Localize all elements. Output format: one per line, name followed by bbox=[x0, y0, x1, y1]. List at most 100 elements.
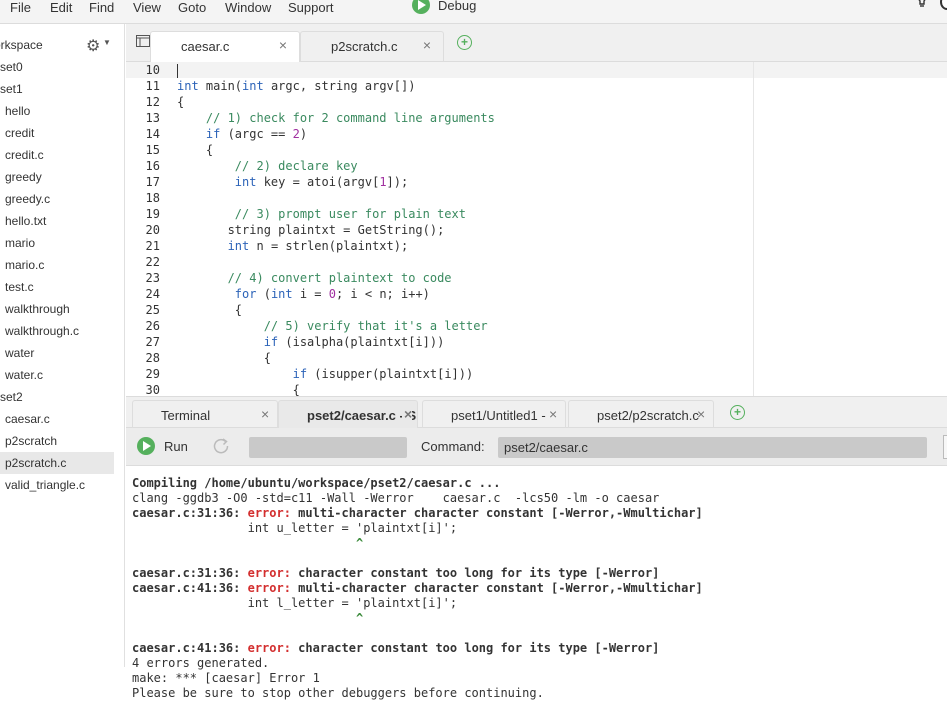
gear-icon[interactable]: ⚙ bbox=[86, 36, 100, 56]
menu-view[interactable]: View bbox=[133, 0, 161, 15]
code-line[interactable]: 22 bbox=[126, 254, 947, 270]
output-text: multi-character character constant [-Wer… bbox=[298, 506, 703, 520]
close-icon[interactable]: × bbox=[259, 406, 269, 422]
code-text: if (isupper(plaintxt[i])) bbox=[177, 366, 474, 382]
tab-p2scratch-c[interactable]: p2scratch.c × bbox=[300, 31, 444, 62]
close-icon[interactable]: × bbox=[695, 406, 705, 422]
tree-folder[interactable]: set1 bbox=[0, 78, 114, 100]
run-options-field[interactable] bbox=[249, 437, 407, 458]
tree-file[interactable]: valid_triangle.c bbox=[0, 474, 114, 496]
code-line[interactable]: 26 // 5) verify that it's a letter bbox=[126, 318, 947, 334]
run-button[interactable]: Run bbox=[137, 437, 188, 455]
code-line[interactable]: 20 string plaintxt = GetString(); bbox=[126, 222, 947, 238]
menu-find[interactable]: Find bbox=[89, 0, 114, 15]
console-output[interactable]: Compiling /home/ubuntu/workspace/pset2/c… bbox=[126, 466, 947, 700]
code-line[interactable]: 28 { bbox=[126, 350, 947, 366]
code-line[interactable]: 29 if (isupper(plaintxt[i])) bbox=[126, 366, 947, 382]
new-tab-plus-icon[interactable]: + bbox=[457, 35, 472, 50]
code-token: // 3) prompt user for plain text bbox=[177, 207, 466, 221]
editor-tab-bar: caesar.c × p2scratch.c × + bbox=[126, 24, 947, 63]
code-token: int bbox=[234, 175, 257, 189]
restart-icon[interactable] bbox=[212, 437, 230, 455]
menu-file[interactable]: File bbox=[10, 0, 31, 15]
output-line: caesar.c:41:36: error: multi-character c… bbox=[132, 581, 703, 596]
tree-file[interactable]: walkthrough.c bbox=[0, 320, 114, 342]
code-text: { bbox=[177, 302, 242, 318]
tree-file[interactable]: water bbox=[0, 342, 114, 364]
code-line[interactable]: 25 { bbox=[126, 302, 947, 318]
tree-file[interactable]: hello bbox=[0, 100, 114, 122]
code-editor[interactable]: 10 11 int main(int argc, string argv[]) 12{… bbox=[126, 62, 947, 396]
code-token: ( bbox=[256, 287, 271, 301]
code-line[interactable]: 19 // 3) prompt user for plain text bbox=[126, 206, 947, 222]
close-icon[interactable]: × bbox=[423, 37, 431, 53]
new-tab-plus-icon[interactable]: + bbox=[730, 405, 745, 420]
lightbulb-icon[interactable] bbox=[912, 0, 932, 10]
code-line[interactable]: 27 if (isalpha(plaintxt[i])) bbox=[126, 334, 947, 350]
close-icon[interactable]: × bbox=[279, 37, 287, 53]
avatar[interactable] bbox=[940, 0, 947, 10]
code-token: // 4) convert plaintext to code bbox=[177, 271, 452, 285]
tree-file[interactable]: caesar.c bbox=[0, 408, 114, 430]
menu-support[interactable]: Support bbox=[288, 0, 334, 15]
tree-file[interactable]: mario.c bbox=[0, 254, 114, 276]
tree-file[interactable]: greedy.c bbox=[0, 188, 114, 210]
tree-file[interactable]: water.c bbox=[0, 364, 114, 386]
tree-file[interactable]: mario bbox=[0, 232, 114, 254]
tree-file[interactable]: hello.txt bbox=[0, 210, 114, 232]
code-line[interactable]: 11 int main(int argc, string argv[]) bbox=[126, 78, 947, 94]
line-number: 22 bbox=[145, 255, 160, 269]
code-text: { bbox=[177, 350, 271, 366]
panel-toggle-icon[interactable] bbox=[136, 35, 150, 47]
close-icon[interactable]: × bbox=[402, 406, 413, 422]
code-line[interactable]: 18 bbox=[126, 190, 947, 206]
code-token: int bbox=[227, 239, 250, 253]
debug-button[interactable]: Debug bbox=[412, 0, 476, 14]
code-line[interactable]: 17 int key = atoi(argv[1]); bbox=[126, 174, 947, 190]
code-line[interactable]: 23 // 4) convert plaintext to code bbox=[126, 270, 947, 286]
tree-file[interactable]: credit bbox=[0, 122, 114, 144]
code-text: int n = strlen(plaintxt); bbox=[177, 238, 409, 254]
code-token: ; i < n; i++) bbox=[335, 287, 430, 301]
code-line[interactable]: 15 { bbox=[126, 142, 947, 158]
tree-file[interactable]: p2scratch bbox=[0, 430, 114, 452]
tree-file[interactable]: p2scratch.c bbox=[0, 452, 114, 474]
code-token: (isupper(plaintxt[i])) bbox=[307, 367, 474, 381]
code-line[interactable]: 24 for (int i = 0; i < n; i++) bbox=[126, 286, 947, 302]
caret-down-icon[interactable]: ▼ bbox=[103, 38, 111, 47]
tree-file[interactable]: test.c bbox=[0, 276, 114, 298]
tab-terminal[interactable]: Terminal × bbox=[132, 400, 278, 429]
output-text: int l_letter = 'plaintxt[i]'; bbox=[132, 596, 458, 610]
run-config-button[interactable] bbox=[943, 435, 947, 459]
output-line: caesar.c:31:36: error: multi-character c… bbox=[132, 506, 703, 521]
output-line: Compiling /home/ubuntu/workspace/pset2/c… bbox=[132, 476, 500, 491]
line-number: 24 bbox=[145, 287, 160, 301]
tree-folder[interactable]: set0 bbox=[0, 56, 114, 78]
tree-file[interactable]: walkthrough bbox=[0, 298, 114, 320]
line-number: 21 bbox=[145, 239, 160, 253]
menu-edit[interactable]: Edit bbox=[50, 0, 72, 15]
code-token: { bbox=[177, 143, 214, 157]
code-line[interactable]: 14 if (argc == 2) bbox=[126, 126, 947, 142]
tab-untitled1[interactable]: pset1/Untitled1 - × bbox=[422, 400, 566, 429]
code-line[interactable]: 10 bbox=[126, 62, 947, 78]
command-input[interactable] bbox=[498, 437, 927, 458]
code-line[interactable]: 21 int n = strlen(plaintxt); bbox=[126, 238, 947, 254]
tab-caesar-run[interactable]: pset2/caesar.c - S × bbox=[278, 400, 418, 429]
tree-folder[interactable]: set2 bbox=[0, 386, 114, 408]
tab-caesar-c[interactable]: caesar.c × bbox=[150, 31, 300, 63]
code-line[interactable]: 12 { bbox=[126, 94, 947, 110]
code-line[interactable]: 13 // 1) check for 2 command line argume… bbox=[126, 110, 947, 126]
tree-file[interactable]: credit.c bbox=[0, 144, 114, 166]
close-icon[interactable]: × bbox=[547, 406, 557, 422]
tree-file[interactable]: greedy bbox=[0, 166, 114, 188]
code-line[interactable]: 30 { bbox=[126, 382, 947, 396]
tab-p2scratch-run[interactable]: pset2/p2scratch.c × bbox=[568, 400, 714, 429]
menu-goto[interactable]: Goto bbox=[178, 0, 206, 15]
code-line[interactable]: 16 // 2) declare key bbox=[126, 158, 947, 174]
line-number: 25 bbox=[145, 303, 160, 317]
menu-window[interactable]: Window bbox=[225, 0, 271, 15]
